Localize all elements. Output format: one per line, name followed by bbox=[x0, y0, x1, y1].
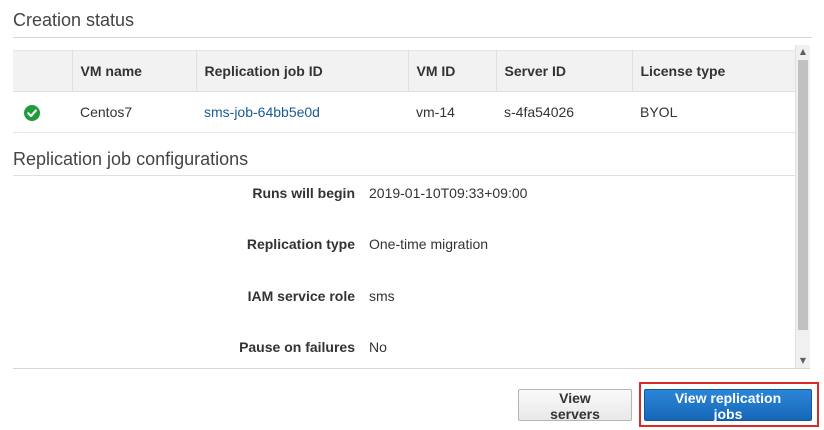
col-header-license-type[interactable]: License type bbox=[632, 50, 796, 92]
check-circle-icon bbox=[24, 104, 40, 121]
scroll-down-arrow-icon[interactable]: ▼ bbox=[796, 354, 810, 368]
config-divider bbox=[13, 175, 796, 176]
vm-id-cell: vm-14 bbox=[408, 91, 496, 133]
config-value: 2019-01-10T09:33+09:00 bbox=[369, 185, 528, 201]
view-servers-button[interactable]: View servers bbox=[518, 389, 632, 422]
title-divider bbox=[13, 37, 812, 38]
col-header-job-id[interactable]: Replication job ID bbox=[196, 50, 409, 92]
scroll-panel[interactable]: VM name Replication job ID VM ID Server … bbox=[13, 45, 810, 369]
config-label: Pause on failures bbox=[239, 339, 355, 355]
col-header-server-id[interactable]: Server ID bbox=[496, 50, 633, 92]
table-row: Centos7 sms-job-64bb5e0d vm-14 s-4fa5402… bbox=[13, 91, 796, 133]
config-label: IAM service role bbox=[247, 288, 355, 304]
creation-status-table: VM name Replication job ID VM ID Server … bbox=[13, 50, 796, 133]
table-header-row: VM name Replication job ID VM ID Server … bbox=[13, 50, 796, 92]
col-header-vm-id[interactable]: VM ID bbox=[408, 50, 497, 92]
config-title: Replication job configurations bbox=[13, 149, 249, 169]
config-value: sms bbox=[369, 288, 395, 304]
scroll-thumb[interactable] bbox=[798, 60, 808, 330]
config-value: No bbox=[369, 339, 387, 355]
vm-name-cell: Centos7 bbox=[72, 91, 196, 133]
config-value: One-time migration bbox=[369, 236, 489, 252]
config-label: Runs will begin bbox=[252, 185, 355, 201]
vertical-scrollbar[interactable]: ▲ ▼ bbox=[795, 45, 810, 368]
job-id-link[interactable]: sms-job-64bb5e0d bbox=[204, 104, 320, 120]
status-cell bbox=[13, 91, 72, 133]
job-id-cell: sms-job-64bb5e0d bbox=[196, 91, 408, 133]
view-replication-jobs-button[interactable]: View replication jobs bbox=[644, 389, 812, 422]
creation-status-title: Creation status bbox=[13, 10, 135, 30]
server-id-cell: s-4fa54026 bbox=[496, 91, 632, 133]
license-type-cell: BYOL bbox=[632, 91, 796, 133]
scroll-up-arrow-icon[interactable]: ▲ bbox=[796, 45, 810, 59]
col-header-status bbox=[13, 50, 73, 92]
col-header-vm-name[interactable]: VM name bbox=[72, 50, 197, 92]
config-label: Replication type bbox=[246, 236, 355, 252]
